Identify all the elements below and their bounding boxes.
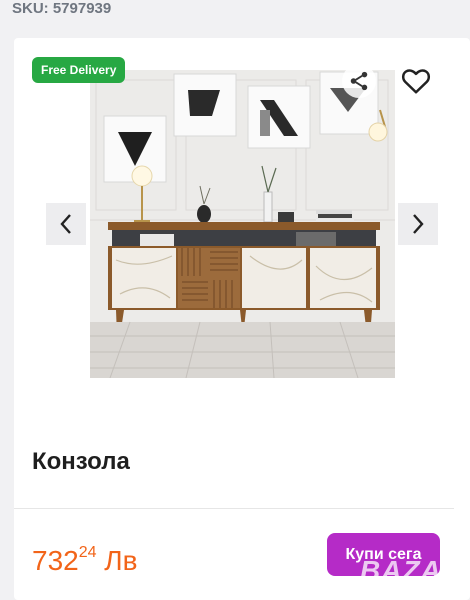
price-currency: Лв: [104, 545, 138, 576]
share-icon: [350, 71, 368, 91]
share-button[interactable]: [342, 64, 376, 98]
price-whole: 732: [32, 545, 79, 576]
product-price: 73224 Лв: [32, 536, 138, 578]
next-image-button[interactable]: [398, 203, 438, 245]
product-title: Конзола: [32, 448, 130, 475]
chevron-right-icon: [413, 214, 424, 234]
free-delivery-badge: Free Delivery: [32, 57, 126, 83]
product-image[interactable]: [90, 70, 395, 378]
divider: [14, 508, 454, 509]
product-image-graphic: [90, 70, 395, 378]
previous-image-button[interactable]: [46, 203, 86, 245]
bazar-watermark: BAZAR: [360, 555, 463, 586]
price-fraction: 24: [78, 544, 97, 561]
sku-label: SKU: 5797939: [12, 0, 112, 17]
favorite-button[interactable]: [398, 64, 434, 98]
chevron-left-icon: [60, 214, 71, 234]
heart-icon: [401, 69, 431, 94]
